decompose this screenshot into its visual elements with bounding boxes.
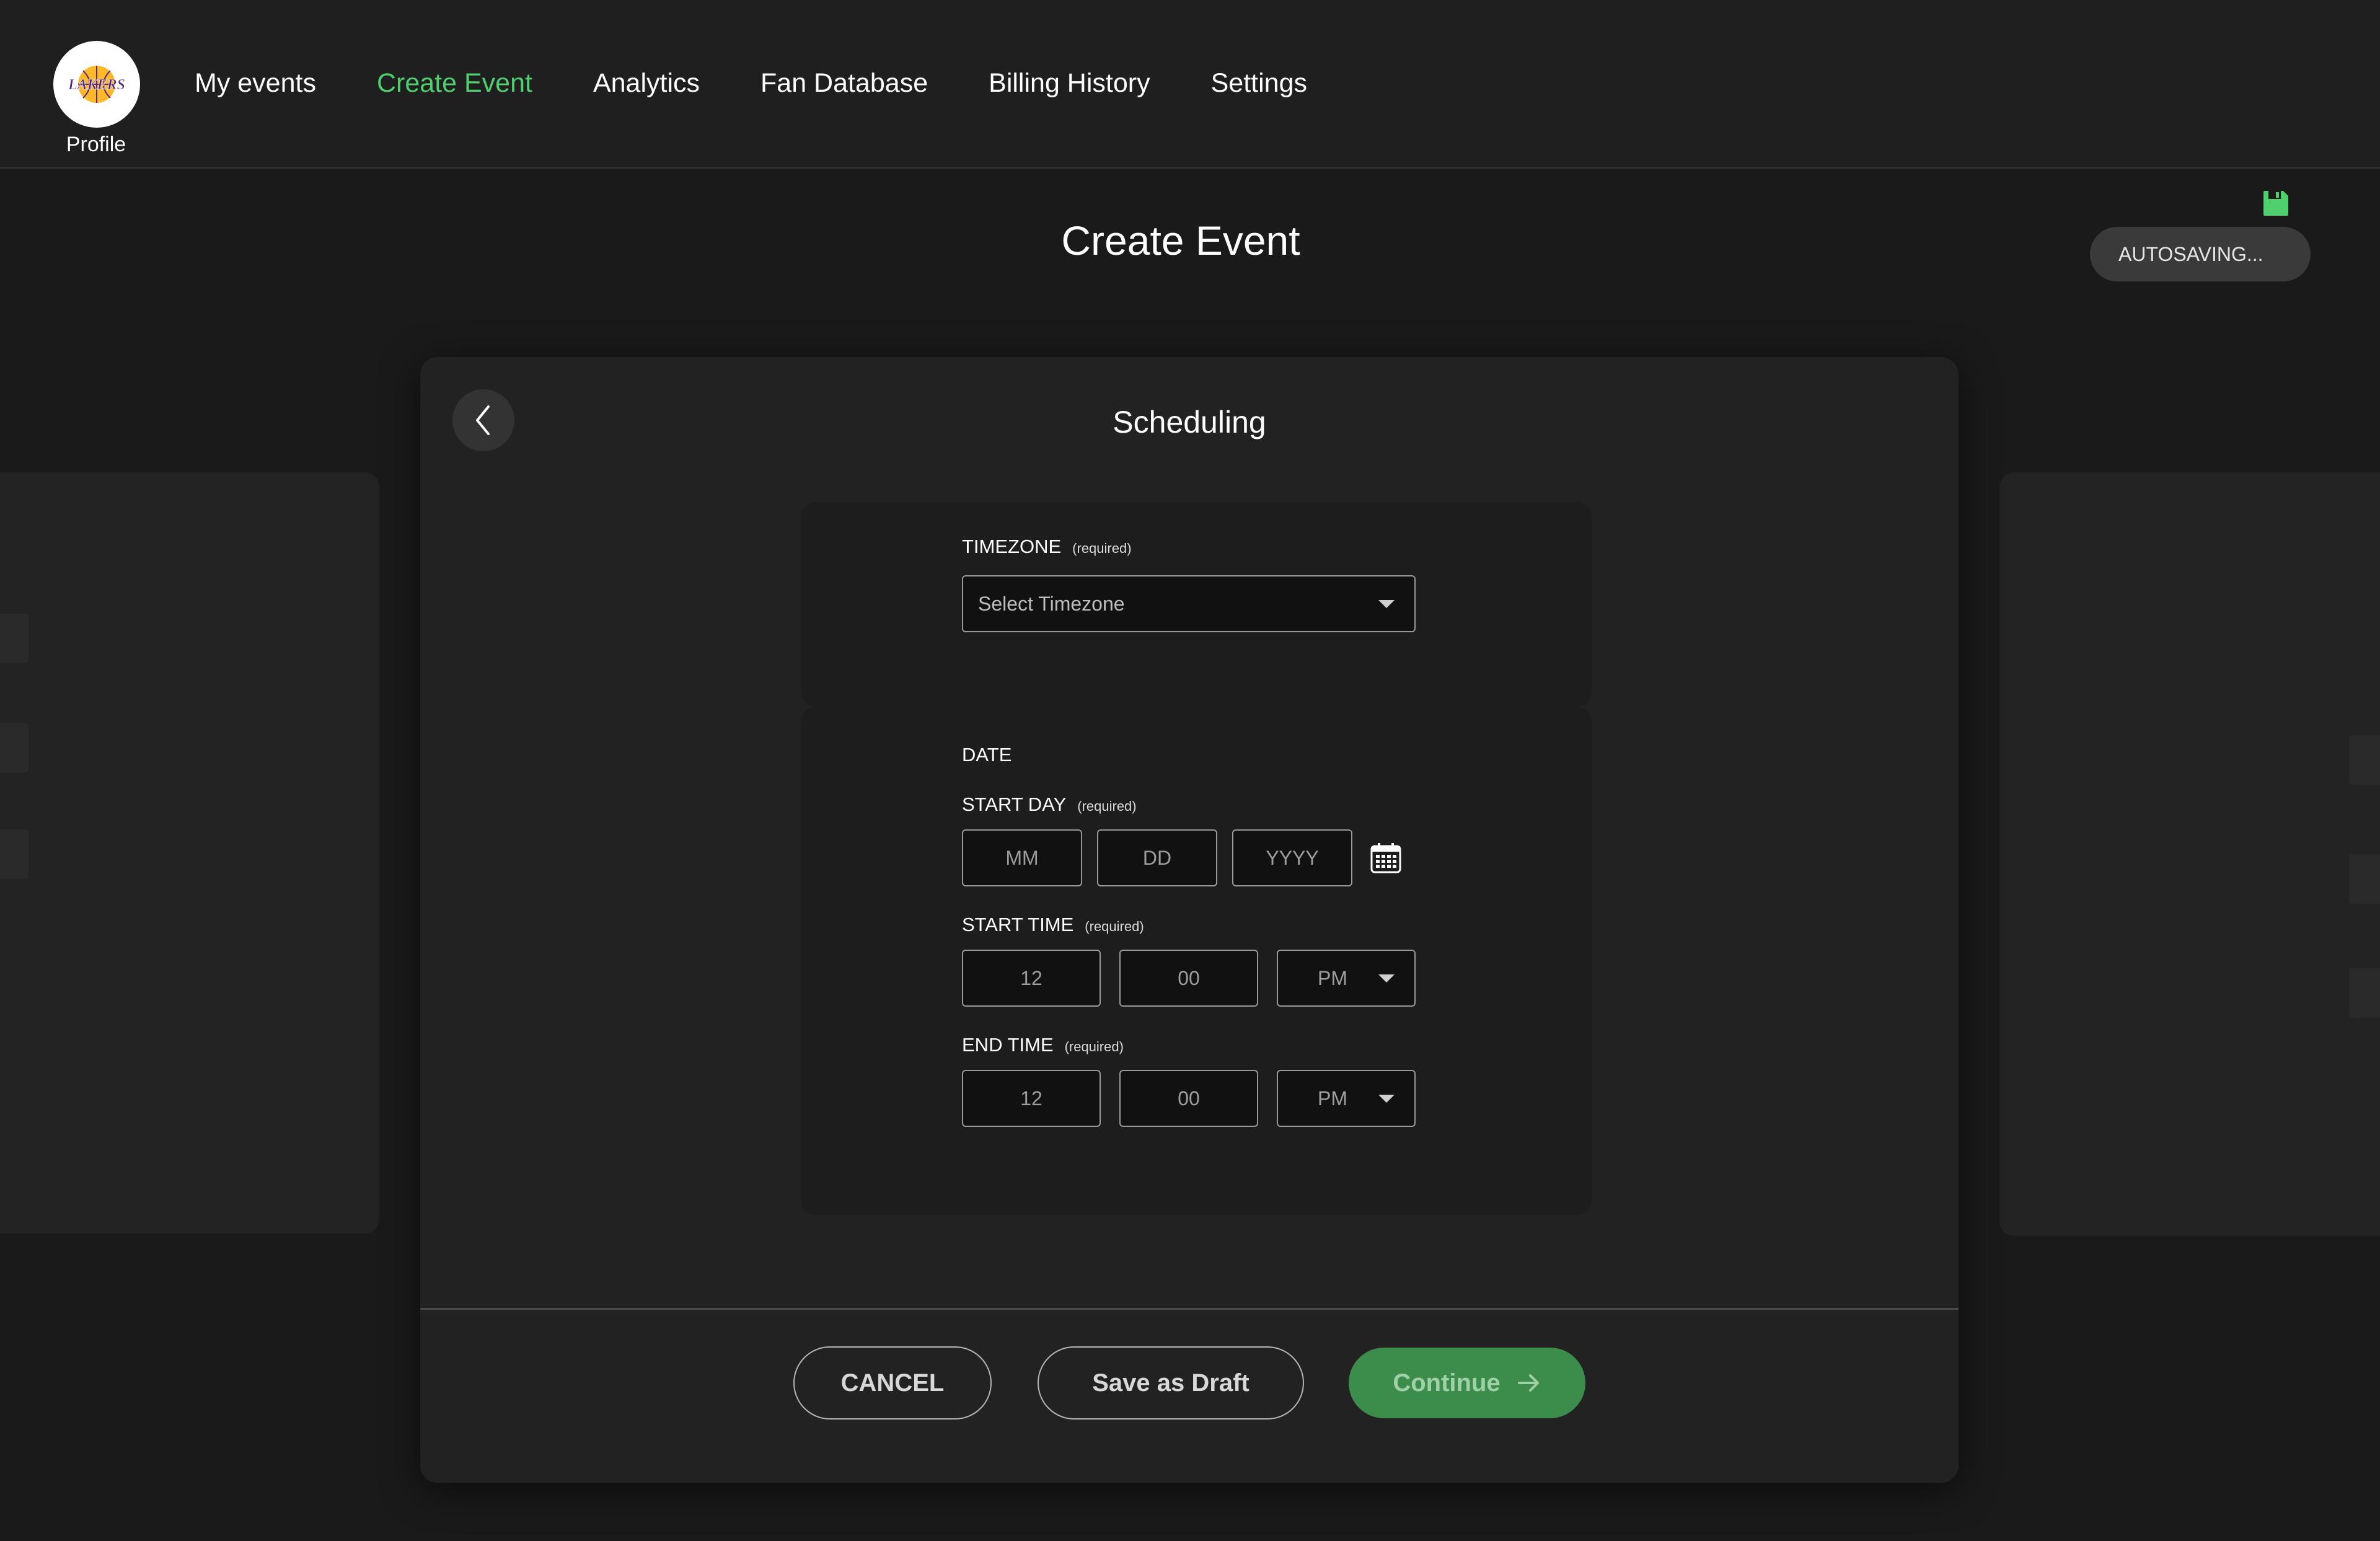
required-tag: (required) (1072, 541, 1132, 556)
end-time-label-text: END TIME (962, 1034, 1054, 1056)
nav-fan-database[interactable]: Fan Database (760, 68, 928, 99)
end-time-label: END TIME (required) (962, 1034, 1124, 1056)
required-tag: (required) (1077, 798, 1137, 814)
end-period-value: PM (1318, 1087, 1347, 1110)
end-minute-input[interactable]: 00 (1119, 1070, 1258, 1127)
caret-down-icon (1378, 974, 1395, 982)
start-year-input[interactable]: YYYY (1232, 829, 1352, 886)
save-as-draft-button[interactable]: Save as Draft (1038, 1346, 1304, 1420)
team-logo-avatar[interactable]: LAKERS (53, 41, 140, 128)
svg-text:LAKERS: LAKERS (68, 77, 125, 93)
required-tag: (required) (1085, 919, 1144, 934)
top-navigation-bar: LAKERS Profile My events Create Event An… (0, 0, 2380, 169)
cancel-button[interactable]: CANCEL (793, 1346, 992, 1420)
autosaving-status-badge: AUTOSAVING... (2090, 227, 2311, 281)
timezone-placeholder: Select Timezone (978, 592, 1125, 615)
nav-analytics[interactable]: Analytics (593, 68, 700, 99)
page-title: Create Event (1061, 218, 1300, 263)
timezone-label-text: TIMEZONE (962, 536, 1062, 557)
timezone-panel: TIMEZONE (required) Select Timezone (801, 502, 1592, 707)
nav-settings[interactable]: Settings (1211, 68, 1307, 99)
start-minute-input[interactable]: 00 (1119, 950, 1258, 1007)
start-day-label: START DAY (required) (962, 793, 1137, 816)
ghost-field (0, 614, 29, 663)
caret-down-icon (1378, 1095, 1395, 1103)
end-hour-input[interactable]: 12 (962, 1070, 1101, 1127)
profile-label[interactable]: Profile (37, 133, 155, 157)
previous-step-card[interactable] (0, 472, 379, 1234)
card-title: Scheduling (1113, 405, 1266, 439)
date-section-label: DATE (962, 744, 1012, 766)
ghost-field (2349, 735, 2380, 785)
date-panel: DATE START DAY (required) MM DD YYYY STAR… (801, 707, 1592, 1215)
start-month-input[interactable]: MM (962, 829, 1082, 886)
main-nav: My events Create Event Analytics Fan Dat… (195, 68, 1368, 99)
start-time-label-text: START TIME (962, 914, 1074, 935)
nav-create-event[interactable]: Create Event (377, 68, 532, 99)
start-period-value: PM (1318, 966, 1347, 989)
timezone-label: TIMEZONE (required) (962, 536, 1132, 558)
ghost-field (0, 829, 29, 879)
ghost-field (2349, 968, 2380, 1018)
ghost-field (2349, 854, 2380, 904)
ghost-field (0, 723, 29, 772)
start-hour-input[interactable]: 12 (962, 950, 1101, 1007)
nav-my-events[interactable]: My events (195, 68, 316, 99)
calendar-icon[interactable] (1370, 842, 1402, 874)
nav-billing-history[interactable]: Billing History (989, 68, 1150, 99)
end-period-select[interactable]: PM (1277, 1070, 1416, 1127)
footer-divider (420, 1308, 1959, 1310)
arrow-right-icon (1517, 1374, 1539, 1392)
start-period-select[interactable]: PM (1277, 950, 1416, 1007)
start-day-label-text: START DAY (962, 793, 1067, 815)
caret-down-icon (1378, 600, 1395, 608)
continue-button[interactable]: Continue (1349, 1348, 1585, 1418)
floppy-disk-icon (2263, 191, 2288, 216)
timezone-select[interactable]: Select Timezone (962, 575, 1416, 632)
start-day-input[interactable]: DD (1097, 829, 1217, 886)
next-step-card[interactable] (1999, 472, 2380, 1236)
start-time-label: START TIME (required) (962, 914, 1144, 936)
required-tag: (required) (1064, 1039, 1124, 1054)
scheduling-card: Scheduling TIMEZONE (required) Select Tim… (420, 357, 1959, 1483)
lakers-logo-icon: LAKERS (68, 66, 125, 103)
continue-label: Continue (1393, 1369, 1501, 1397)
